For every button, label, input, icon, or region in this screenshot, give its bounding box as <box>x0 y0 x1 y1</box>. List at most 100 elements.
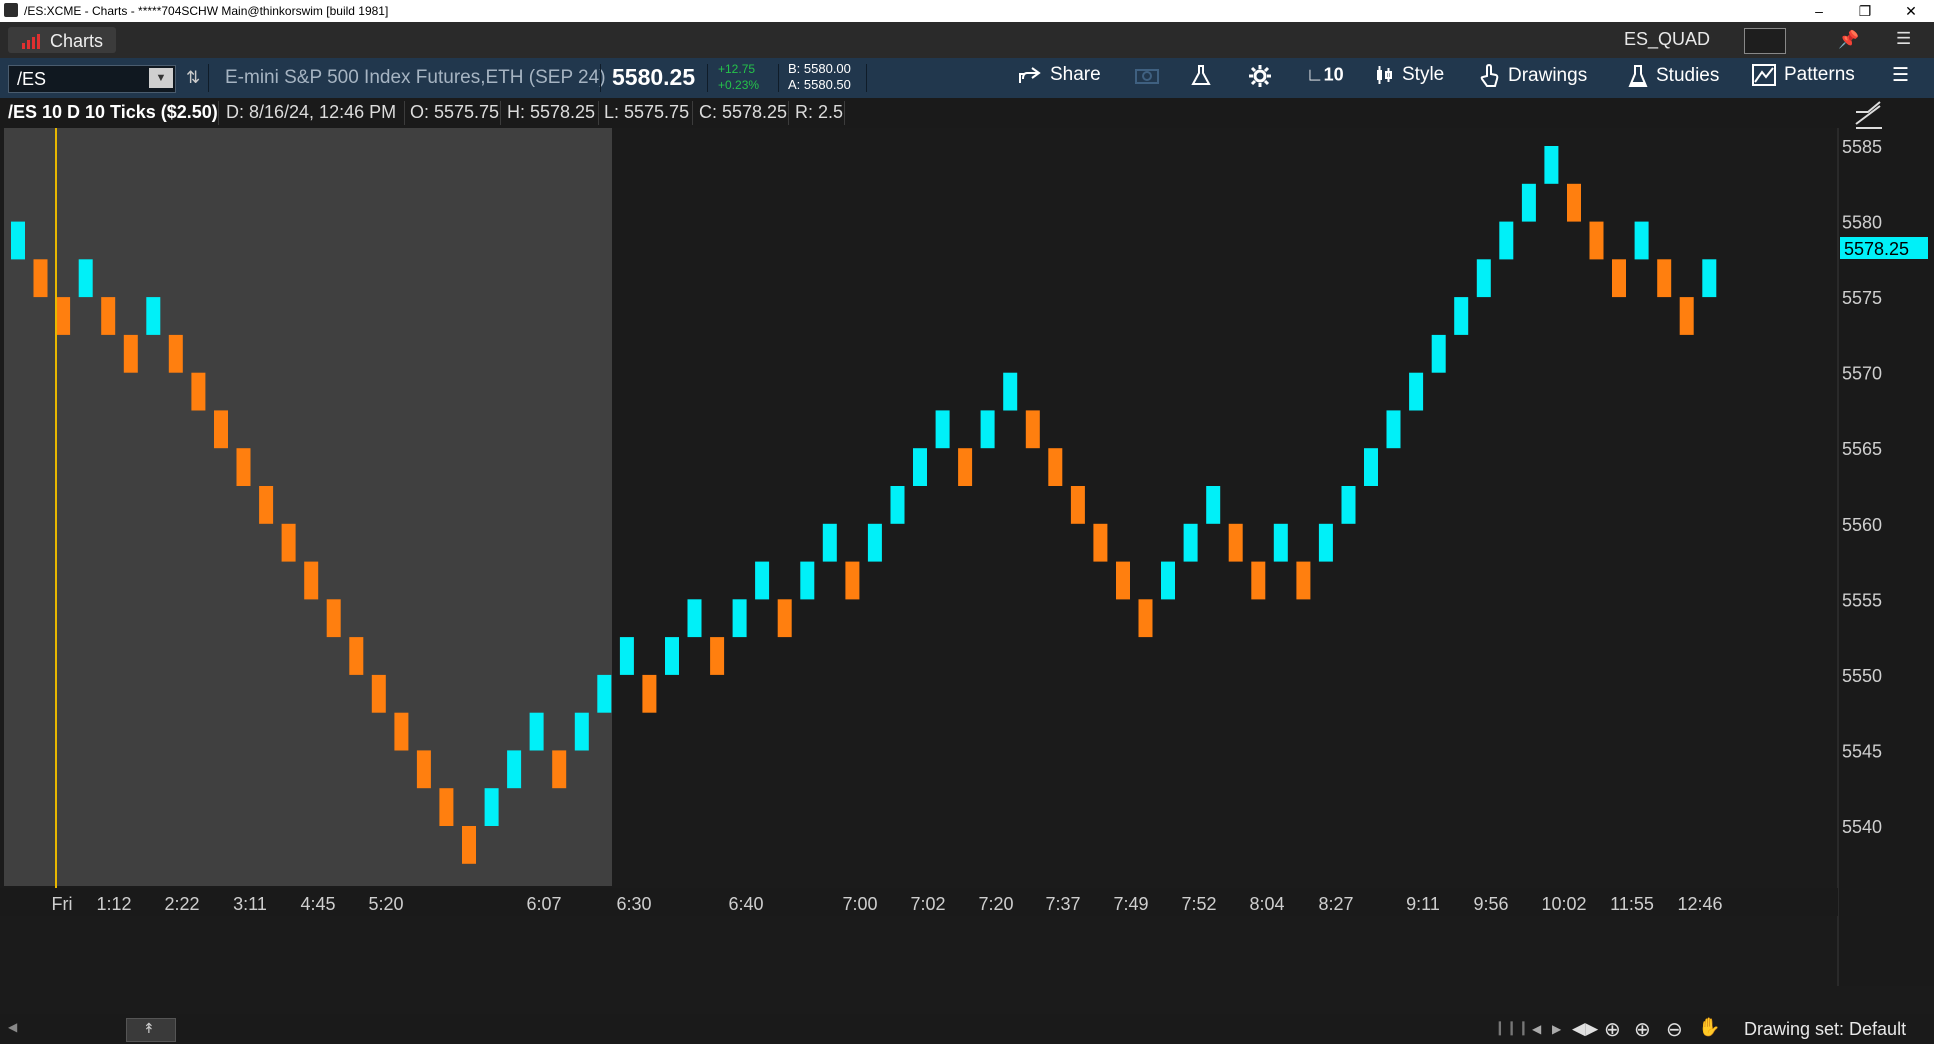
renko-brick <box>101 297 116 335</box>
snapshot-button[interactable] <box>1134 64 1168 92</box>
y-tick-label: 5575 <box>1842 288 1882 308</box>
renko-brick <box>1251 561 1266 600</box>
renko-brick <box>168 334 183 373</box>
y-tick-label: 5555 <box>1842 590 1882 610</box>
percent-change: +0.23% <box>718 78 760 92</box>
renko-brick <box>800 561 815 600</box>
renko-brick <box>687 599 702 638</box>
x-tick-label: 7:49 <box>1113 894 1148 914</box>
scroll-left-icon[interactable]: ◀ <box>8 1020 17 1034</box>
renko-brick <box>1364 448 1378 486</box>
renko-brick <box>619 637 634 675</box>
renko-brick <box>1048 448 1063 486</box>
chart-title: /ES 10 D 10 Ticks ($2.50) <box>8 102 218 122</box>
renko-brick <box>371 674 386 713</box>
tab-charts[interactable]: Charts <box>8 27 116 53</box>
renko-brick <box>484 788 499 826</box>
symbol-input[interactable]: /ES <box>17 69 46 90</box>
renko-chart[interactable]: 5585 5580 5575 5570 5565 5560 5555 5550 5545 5540… <box>0 98 1934 986</box>
renko-brick <box>980 410 995 449</box>
renko-brick <box>845 561 860 600</box>
expand-horizontal-icon[interactable]: ◀▶ <box>1572 1019 1598 1039</box>
step-left-icon[interactable]: ◀ <box>1532 1022 1541 1036</box>
renko-brick <box>890 486 905 524</box>
settings-button[interactable] <box>1248 64 1280 92</box>
candlestick-icon <box>1377 66 1392 84</box>
studies-label: Studies <box>1656 65 1720 86</box>
camera-icon <box>1135 68 1159 84</box>
y-tick-label: 5545 <box>1842 741 1882 761</box>
price-change: +12.75 +0.23% <box>718 61 759 93</box>
y-tick-label: 5565 <box>1842 439 1882 459</box>
flask-button[interactable] <box>1190 64 1220 92</box>
renko-brick <box>1318 523 1333 562</box>
renko-brick <box>935 410 950 449</box>
chevron-down-icon[interactable]: ▼ <box>149 68 173 88</box>
studies-button[interactable]: Studies <box>1628 64 1719 92</box>
renko-brick <box>146 297 161 335</box>
info-date: D: 8/16/24, 12:46 PM <box>226 102 397 122</box>
style-button[interactable]: Style <box>1374 64 1444 92</box>
interval-button[interactable]: ∟10 <box>1306 64 1344 92</box>
minimize-button[interactable]: – <box>1796 0 1842 22</box>
renko-brick <box>958 448 973 486</box>
pin-icon[interactable]: 📌 <box>1838 30 1859 50</box>
renko-brick <box>304 561 319 600</box>
y-tick-label: 5580 <box>1842 213 1882 233</box>
list-menu-icon: ☰ <box>1892 65 1910 86</box>
current-price-label: 5578.25 <box>1844 239 1909 259</box>
renko-brick <box>1702 259 1717 298</box>
zoom-in-icon[interactable]: ⊕ <box>1634 1017 1651 1042</box>
x-tick-label: 7:02 <box>910 894 945 914</box>
bid-value: B: 5580.00 <box>788 61 851 76</box>
ask-value: A: 5580.50 <box>788 77 851 92</box>
renko-brick <box>78 259 93 298</box>
x-tick-label: 6:40 <box>728 894 763 914</box>
renko-brick <box>416 750 431 789</box>
step-right-icon[interactable]: ▶ <box>1552 1022 1561 1036</box>
crosshair-icon[interactable]: ⊕ <box>1604 1017 1621 1042</box>
pan-hand-icon[interactable]: ✋ <box>1698 1017 1720 1038</box>
renko-brick <box>394 712 409 751</box>
renko-brick <box>1634 221 1649 260</box>
link-icon[interactable]: ⇅ <box>186 68 200 88</box>
close-button[interactable]: ✕ <box>1888 0 1934 22</box>
renko-brick <box>710 637 725 675</box>
pause-icon[interactable]: ❙❙❙ <box>1494 1019 1529 1036</box>
renko-brick <box>1070 486 1085 524</box>
patterns-label: Patterns <box>1784 64 1855 85</box>
renko-brick <box>1296 561 1311 600</box>
x-tick-label: 9:11 <box>1406 894 1440 914</box>
y-tick-label: 5550 <box>1842 666 1882 686</box>
renko-brick <box>462 826 476 864</box>
drawing-set-label[interactable]: Drawing set: Default <box>1744 1019 1906 1040</box>
workspace-name[interactable]: ES_QUAD <box>1624 29 1710 50</box>
restore-button[interactable]: ❐ <box>1842 0 1888 22</box>
x-tick-label: 12:46 <box>1677 894 1722 914</box>
share-button[interactable]: Share <box>1018 64 1101 92</box>
last-price: 5580.25 <box>612 64 696 90</box>
patterns-icon <box>1752 64 1776 86</box>
renko-brick <box>1138 599 1153 638</box>
renko-brick <box>755 561 770 600</box>
x-tick-label: 6:07 <box>526 894 561 914</box>
window-title: /ES:XCME - Charts - *****704SCHW Main@th… <box>24 4 389 18</box>
symbol-selector[interactable]: /ES ▼ <box>8 65 176 93</box>
scroll-thumb[interactable]: ↟ <box>126 1018 176 1042</box>
link-color-box[interactable] <box>1744 28 1786 54</box>
toolbar-menu-button[interactable]: ☰ <box>1892 64 1909 92</box>
patterns-button[interactable]: Patterns <box>1752 64 1855 92</box>
renko-brick <box>11 221 25 260</box>
renko-brick <box>236 448 251 486</box>
go-to-start-icon: ↟ <box>143 1020 155 1036</box>
menu-list-icon[interactable]: ☰ <box>1896 29 1911 49</box>
renko-brick <box>507 750 522 789</box>
share-icon <box>1019 67 1041 83</box>
zoom-out-icon[interactable]: ⊖ <box>1666 1017 1683 1042</box>
tab-charts-label: Charts <box>50 31 104 51</box>
renko-brick <box>56 297 71 335</box>
drawings-button[interactable]: Drawings <box>1480 64 1587 92</box>
renko-brick <box>349 637 364 675</box>
renko-brick <box>1431 334 1446 373</box>
renko-brick <box>1612 259 1626 298</box>
